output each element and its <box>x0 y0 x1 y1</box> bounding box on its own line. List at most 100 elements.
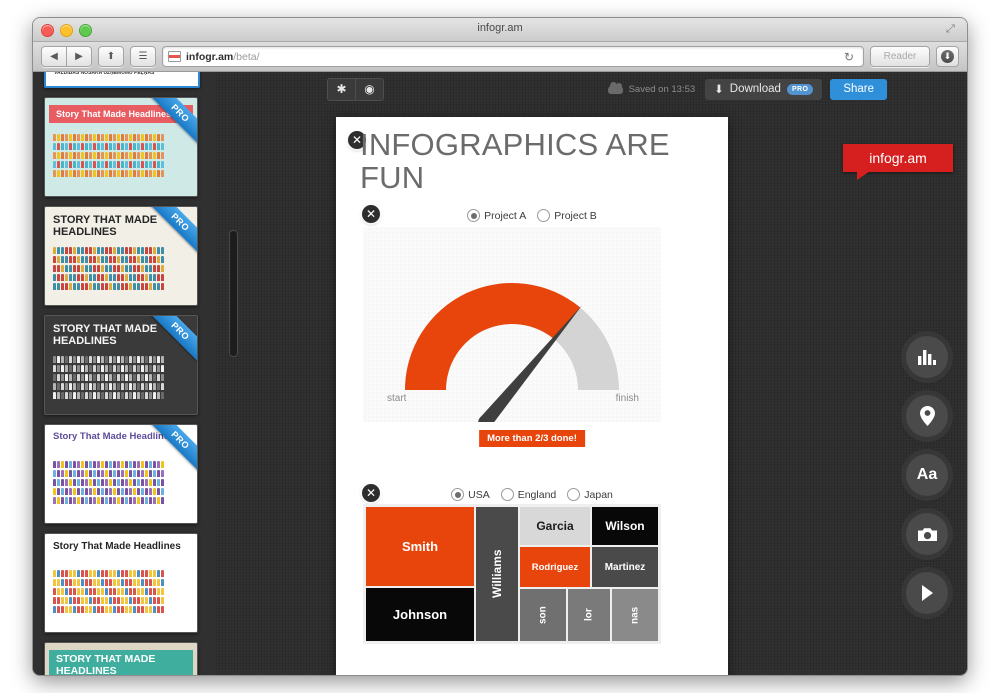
treemap-tile[interactable]: son <box>520 589 566 641</box>
pictogram-figure <box>93 152 96 159</box>
pictogram-figure <box>97 143 100 150</box>
treemap-tile[interactable]: Williams <box>476 507 518 641</box>
radio-dot[interactable] <box>537 209 551 222</box>
eye-icon[interactable]: ◉ <box>356 78 383 100</box>
pictogram-figure <box>113 374 116 381</box>
pictogram-figure <box>125 283 128 290</box>
treemap-tile[interactable]: Rodriguez <box>520 547 590 587</box>
template-thumbnail[interactable]: STORY THAT MADE HEADLINES PRO <box>44 315 198 415</box>
download-button[interactable]: ⬇ Download PRO <box>705 78 823 100</box>
back-arrow-icon[interactable]: ◀ <box>41 46 67 67</box>
map-tool-button[interactable] <box>906 395 948 437</box>
fullscreen-icon[interactable]: ⤢ <box>946 23 958 35</box>
pictogram-figure <box>133 247 136 254</box>
radio-dot[interactable] <box>451 488 465 501</box>
video-tool-button[interactable] <box>906 572 948 614</box>
template-thumbnail[interactable]: Story That Made Headlines PRO <box>44 424 198 524</box>
pictogram-figure <box>97 365 100 372</box>
treemap-tile[interactable]: Garcia <box>520 507 590 545</box>
reload-icon[interactable]: ↻ <box>844 50 858 64</box>
radio-dot[interactable] <box>467 209 481 222</box>
pictogram-figure <box>133 579 136 586</box>
pictogram-figure <box>93 134 96 141</box>
pictogram-figure <box>129 356 132 363</box>
reader-button[interactable]: Reader <box>870 46 930 67</box>
template-thumbnail[interactable]: Story That Made Headlines <box>44 533 198 633</box>
address-bar[interactable]: infogr.am/beta/ ↻ <box>162 46 864 67</box>
forward-arrow-icon[interactable]: ▶ <box>67 46 92 67</box>
pictogram-figure <box>149 588 152 595</box>
radio-option-country-1[interactable]: England <box>500 488 556 501</box>
radio-option-project-0[interactable]: Project A <box>467 209 526 222</box>
pictogram-figure <box>117 356 120 363</box>
radio-dot[interactable] <box>567 488 581 501</box>
pictogram-figure <box>73 597 76 604</box>
country-radio-group[interactable]: USA England Japan <box>336 488 728 501</box>
pictogram-figure <box>77 374 80 381</box>
template-thumbnail[interactable]: STORY THAT MADE HEADLINES <box>44 642 198 675</box>
share-button[interactable]: Share <box>830 78 887 100</box>
pictogram-figure <box>101 488 104 495</box>
pictogram-figure <box>81 383 84 390</box>
template-sidebar[interactable]: VALDĪBAS NOSAKA UZŅĒMUMU PEĻŅAS Story Tha… <box>33 72 215 675</box>
pictogram-figure <box>129 579 132 586</box>
template-thumbnail[interactable]: Story That Made Headlines PRO <box>44 97 198 197</box>
pictogram-figure <box>97 247 100 254</box>
pictogram-figure <box>121 356 124 363</box>
pictogram-figure <box>101 374 104 381</box>
editor-tool-group[interactable]: ✱ ◉ <box>327 77 384 101</box>
pictogram-figure <box>129 470 132 477</box>
pictogram-row <box>53 606 189 613</box>
gear-icon[interactable]: ✱ <box>328 78 356 100</box>
pictogram-figure <box>57 152 60 159</box>
pictogram-figure <box>101 283 104 290</box>
pictogram-figure <box>77 497 80 504</box>
project-radio-group[interactable]: Project A Project B <box>336 209 728 222</box>
radio-option-country-2[interactable]: Japan <box>567 488 613 501</box>
bookmarks-icon[interactable]: ☰ <box>130 46 156 67</box>
radio-option-country-0[interactable]: USA <box>451 488 490 501</box>
pictogram-figure <box>145 365 148 372</box>
pictogram-figure <box>149 134 152 141</box>
pictogram-figure <box>109 283 112 290</box>
pictogram-figure <box>61 470 64 477</box>
url-host: infogr.am <box>186 50 234 63</box>
text-tool-button[interactable]: Aa <box>906 454 948 496</box>
navigation-buttons[interactable]: ◀ ▶ <box>41 46 92 67</box>
pictogram-figure <box>77 356 80 363</box>
treemap-tile[interactable]: nas <box>612 589 658 641</box>
template-thumbnail[interactable]: STORY THAT MADE HEADLINES PRO <box>44 206 198 306</box>
treemap-tile[interactable]: Smith <box>366 507 474 586</box>
pictogram-figure <box>105 274 108 281</box>
radio-dot[interactable] <box>500 488 514 501</box>
image-tool-button[interactable] <box>906 513 948 555</box>
pictogram-figure <box>81 283 84 290</box>
chart-tool-button[interactable] <box>906 336 948 378</box>
pictogram-figure <box>57 374 60 381</box>
template-thumbnail[interactable]: VALDĪBAS NOSAKA UZŅĒMUMU PEĻŅAS <box>44 72 200 88</box>
pictogram-figure <box>161 365 164 372</box>
pictogram-figure <box>73 356 76 363</box>
pictogram-figure <box>153 265 156 272</box>
pictogram-figure <box>157 488 160 495</box>
pictogram-figure <box>69 170 72 177</box>
pictogram-figure <box>109 374 112 381</box>
radio-option-project-1[interactable]: Project B <box>537 209 597 222</box>
treemap-tile[interactable]: Wilson <box>592 507 658 545</box>
treemap-tile[interactable]: Johnson <box>366 588 474 641</box>
pictogram-figure <box>129 134 132 141</box>
downloads-icon[interactable]: ⬇ <box>936 46 959 67</box>
pictogram-figure <box>161 383 164 390</box>
treemap-tile[interactable]: Martinez <box>592 547 658 587</box>
pictogram-figure <box>141 470 144 477</box>
treemap-tile[interactable]: lor <box>568 589 610 641</box>
pictogram-figure <box>161 265 164 272</box>
pictogram-figure <box>133 597 136 604</box>
pictogram-figure <box>61 588 64 595</box>
pictogram-figure <box>153 256 156 263</box>
pictogram-figure <box>101 256 104 263</box>
pictogram-figure <box>97 161 100 168</box>
pictogram-figure <box>93 392 96 399</box>
pictogram-figure <box>157 256 160 263</box>
share-icon[interactable]: ⬆ <box>98 46 124 67</box>
